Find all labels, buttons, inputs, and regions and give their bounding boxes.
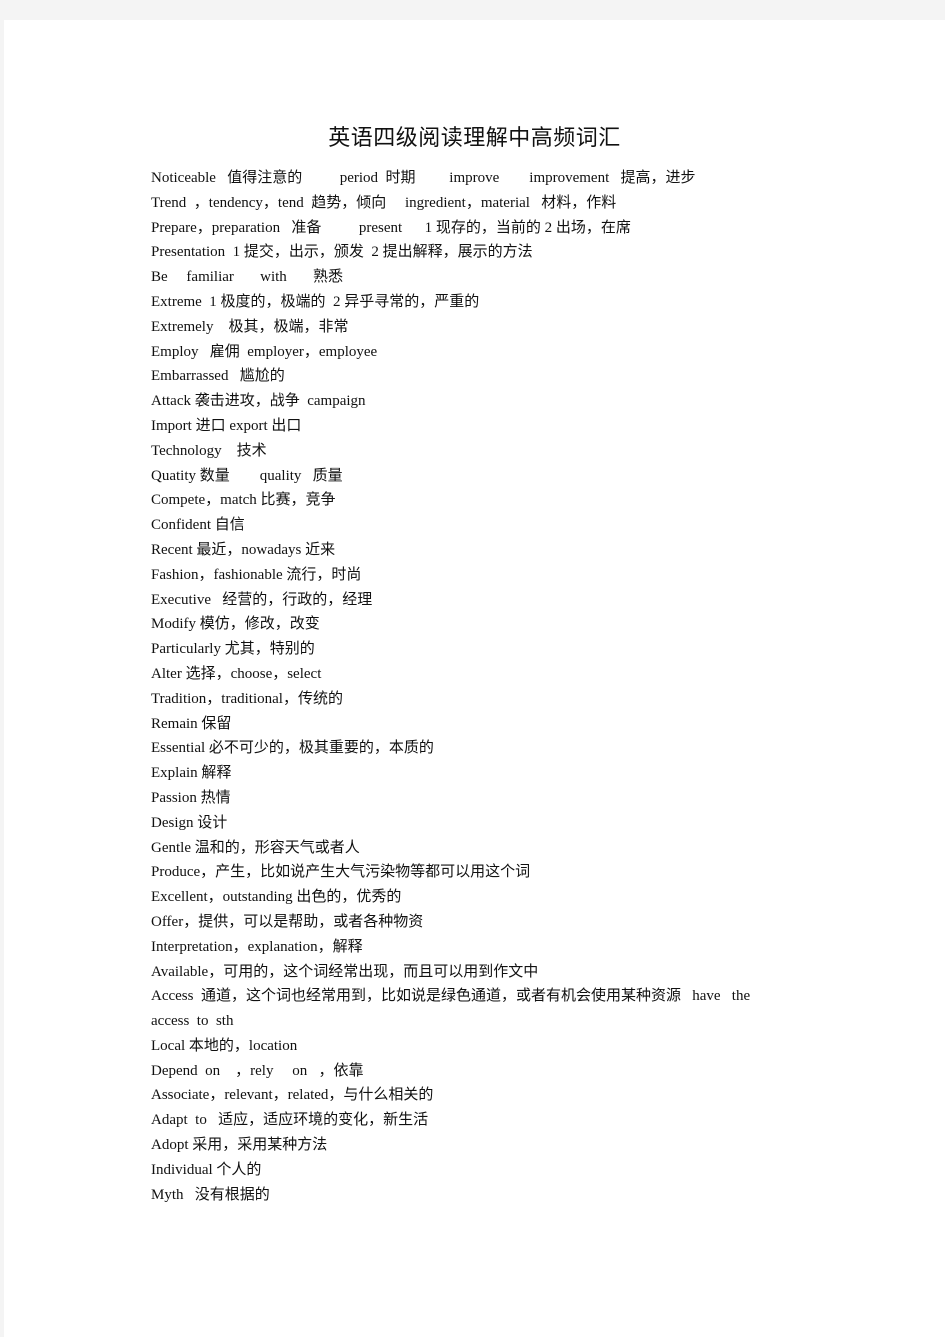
vocabulary-line: Adapt to 适应，适应环境的变化，新生活 bbox=[151, 1112, 429, 1129]
vocabulary-line: Produce，产生，比如说产生大气污染物等都可以用这个词 bbox=[151, 864, 531, 881]
vocabulary-line: Employ 雇佣 employer，employee bbox=[151, 343, 378, 360]
vocabulary-line: Tradition，traditional，传统的 bbox=[151, 690, 343, 707]
vocabulary-line: Executive 经营的，行政的，经理 bbox=[151, 591, 373, 608]
vocabulary-line: Explain 解释 bbox=[151, 765, 232, 782]
vocabulary-line: Particularly 尤其，特别的 bbox=[151, 641, 315, 658]
vocabulary-line: Remain 保留 bbox=[151, 715, 232, 732]
vocabulary-line: Compete，match 比赛，竞争 bbox=[151, 492, 336, 509]
vocabulary-line: Offer，提供，可以是帮助，或者各种物资 bbox=[151, 913, 424, 930]
vocabulary-line: Adopt 采用，采用某种方法 bbox=[151, 1137, 328, 1154]
vocabulary-line: Interpretation，explanation，解释 bbox=[151, 938, 363, 955]
vocabulary-line: Embarrassed 尴尬的 bbox=[151, 368, 285, 385]
vocabulary-line: Essential 必不可少的，极其重要的，本质的 bbox=[151, 740, 434, 757]
vocabulary-line: Myth 没有根据的 bbox=[151, 1186, 270, 1203]
vocabulary-line: Alter 选择，choose，select bbox=[151, 665, 322, 682]
vocabulary-line: Confident 自信 bbox=[151, 517, 245, 534]
vocabulary-line: Attack 袭击进攻，战争 campaign bbox=[151, 393, 366, 410]
vocabulary-line: Individual 个人的 bbox=[151, 1161, 262, 1178]
vocabulary-line: Recent 最近，nowadays 近来 bbox=[151, 541, 336, 558]
vocabulary-line: Technology 技术 bbox=[151, 442, 267, 459]
vocabulary-line: Gentle 温和的，形容天气或者人 bbox=[151, 839, 360, 856]
document-page: 英语四级阅读理解中高频词汇 Noticeable 值得注意的 period 时期… bbox=[4, 20, 945, 1337]
vocabulary-line: Import 进口 export 出口 bbox=[151, 417, 302, 434]
vocabulary-line: Depend on ，rely on ，依靠 bbox=[151, 1062, 364, 1079]
vocabulary-line: Modify 模仿，修改，改变 bbox=[151, 616, 320, 633]
vocabulary-line: Extremely 极其，极端，非常 bbox=[151, 318, 349, 335]
vocabulary-line: Prepare，preparation 准备 present 1 现存的，当前的… bbox=[151, 219, 631, 236]
vocabulary-line: Fashion，fashionable 流行，时尚 bbox=[151, 566, 362, 583]
vocabulary-list: Noticeable 值得注意的 period 时期 improve impro… bbox=[151, 166, 811, 1207]
vocabulary-line: Excellent，outstanding 出色的，优秀的 bbox=[151, 889, 402, 906]
vocabulary-line: Be familiar with 熟悉 bbox=[151, 269, 344, 286]
vocabulary-line: Available，可用的，这个词经常出现，而且可以用到作文中 bbox=[151, 963, 539, 980]
vocabulary-line: Presentation 1 提交，出示，颁发 2 提出解释，展示的方法 bbox=[151, 244, 533, 261]
vocabulary-line: Noticeable 值得注意的 period 时期 improve impro… bbox=[151, 170, 696, 186]
vocabulary-line: Access 通道，这个词也经常用到，比如说是绿色通道，或者有机会使用某种资源 … bbox=[151, 988, 751, 1005]
vocabulary-line: Local 本地的，location bbox=[151, 1037, 298, 1054]
vocabulary-line: Associate，relevant，related，与什么相关的 bbox=[151, 1087, 434, 1104]
vocabulary-line: Design 设计 bbox=[151, 814, 228, 831]
vocabulary-line: access to sth bbox=[151, 1013, 234, 1030]
vocabulary-line: Quatity 数量 quality 质量 bbox=[151, 467, 343, 484]
document-title: 英语四级阅读理解中高频词汇 bbox=[328, 126, 621, 151]
vocabulary-line: Extreme 1 极度的，极端的 2 异乎寻常的，严重的 bbox=[151, 293, 480, 310]
vocabulary-line: Trend ，tendency，tend 趋势，倾向 ingredient，ma… bbox=[151, 194, 617, 211]
vocabulary-line: Passion 热情 bbox=[151, 789, 231, 806]
